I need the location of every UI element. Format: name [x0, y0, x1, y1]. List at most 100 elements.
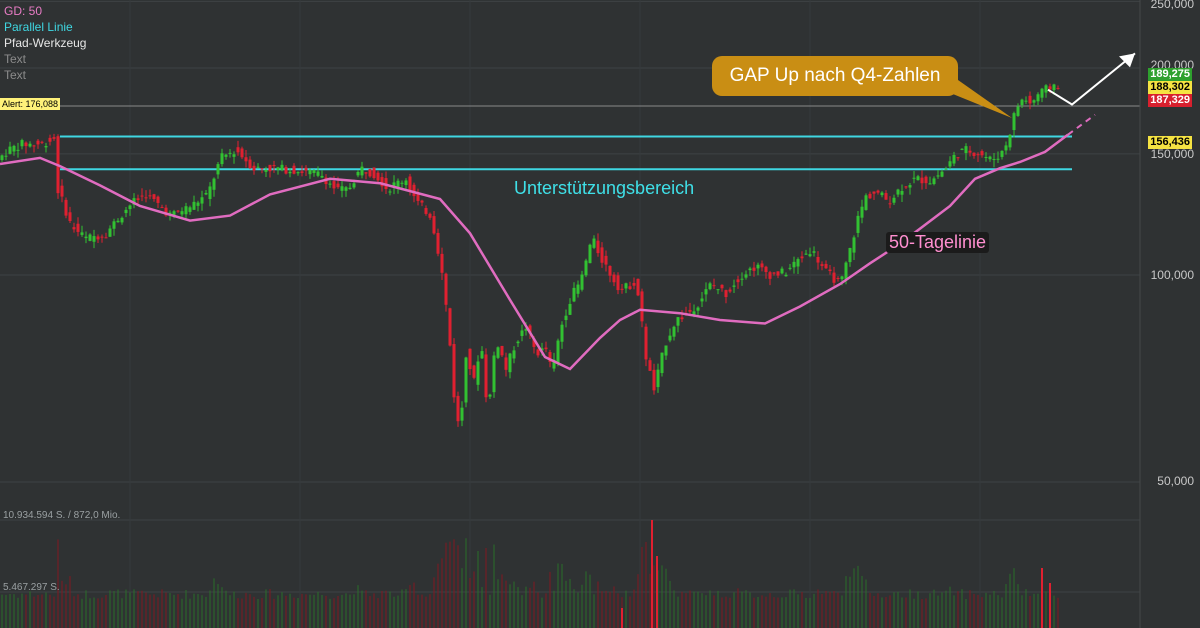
volume-bar	[13, 594, 15, 628]
candle-body	[0, 155, 4, 161]
volume-bar	[873, 595, 875, 628]
candle-body	[844, 262, 848, 279]
volume-bar	[313, 594, 315, 628]
candle-body	[732, 285, 736, 287]
candle-body	[748, 268, 752, 271]
candle-body	[568, 303, 572, 315]
legend-item-parallel-line[interactable]: Parallel Linie	[4, 19, 86, 35]
volume-bar	[829, 591, 831, 628]
volume-bar	[241, 598, 243, 628]
volume-bar	[709, 590, 711, 628]
volume-bar	[677, 596, 679, 628]
volume-bar	[909, 589, 911, 628]
volume-bar	[329, 598, 331, 628]
volume-bar	[837, 592, 839, 628]
candle-body	[876, 190, 880, 193]
candle-body	[200, 197, 204, 204]
candle-body	[488, 394, 492, 397]
volume-spike	[1041, 568, 1043, 628]
volume-bar	[37, 594, 39, 628]
volume-bar	[773, 597, 775, 628]
candle-body	[492, 355, 496, 393]
alert-badge[interactable]: Alert: 176,088	[0, 98, 61, 110]
candle-body	[1000, 150, 1004, 157]
candle-body	[872, 191, 876, 194]
volume-bar	[353, 594, 355, 628]
volume-bar	[341, 594, 343, 628]
legend-item-text-1[interactable]: Text	[4, 51, 86, 67]
legend-item-gd50[interactable]: GD: 50	[4, 3, 86, 19]
volume-bar	[177, 594, 179, 628]
volume-bar	[905, 597, 907, 628]
candle-body	[676, 317, 680, 326]
candle-body	[916, 176, 920, 181]
volume-bar	[445, 542, 447, 628]
legend-item-path-tool[interactable]: Pfad-Werkzeug	[4, 35, 86, 51]
legend-item-text-2[interactable]: Text	[4, 67, 86, 83]
candle-body	[244, 157, 248, 162]
candle-body	[608, 265, 612, 276]
volume-bar	[457, 545, 459, 628]
candle-body	[208, 186, 212, 200]
volume-bar	[285, 595, 287, 628]
volume-bar	[745, 590, 747, 628]
volume-bar	[25, 594, 27, 628]
volume-bar	[981, 597, 983, 628]
y-tick-50: 50,000	[1157, 474, 1194, 488]
candle-body	[464, 357, 468, 403]
volume-bar	[493, 544, 495, 628]
price-tag-ma: 156,436	[1148, 136, 1192, 149]
candle-body	[320, 175, 324, 178]
volume-bar	[333, 598, 335, 628]
candle-body	[440, 253, 444, 273]
volume-bar	[281, 592, 283, 628]
volume-bar	[689, 590, 691, 628]
volume-bar	[85, 590, 87, 628]
volume-bar	[229, 595, 231, 628]
volume-bar	[137, 591, 139, 628]
volume-bar	[393, 596, 395, 628]
ma50-forecast-line	[1067, 113, 1096, 136]
candle-body	[1020, 99, 1024, 106]
candle-body	[1012, 113, 1016, 131]
candle-body	[688, 309, 692, 312]
volume-bar	[65, 584, 67, 628]
candle-body	[64, 199, 68, 216]
volume-bar	[629, 596, 631, 628]
volume-bar	[1009, 573, 1011, 628]
candle-body	[76, 223, 80, 232]
volume-bar	[793, 589, 795, 628]
volume-bar	[417, 594, 419, 628]
candle-body	[336, 183, 340, 188]
candle-body	[24, 142, 28, 147]
candle-body	[852, 237, 856, 253]
volume-bar	[389, 591, 391, 628]
volume-bar	[581, 584, 583, 628]
volume-bar	[165, 592, 167, 628]
volume-bar	[193, 593, 195, 628]
candle-body	[912, 177, 916, 179]
candle-body	[896, 189, 900, 195]
candle-body	[616, 275, 620, 291]
candle-body	[104, 237, 108, 239]
candle-body	[40, 141, 44, 143]
candle-body	[988, 156, 992, 160]
candle-body	[744, 274, 748, 278]
volume-bar	[933, 589, 935, 628]
volume-bar	[973, 593, 975, 628]
volume-bar	[549, 571, 551, 628]
volume-bar	[757, 597, 759, 628]
volume-bar	[129, 592, 131, 628]
candle-body	[804, 253, 808, 255]
volume-bar	[953, 595, 955, 628]
candle-body	[268, 164, 272, 172]
volume-bar	[301, 593, 303, 628]
volume-bar	[521, 595, 523, 628]
candle-body	[60, 185, 64, 197]
candle-body	[796, 259, 800, 267]
candle-body	[4, 155, 8, 157]
candle-body	[36, 140, 40, 145]
volume-bar	[697, 591, 699, 628]
volume-bar	[161, 589, 163, 628]
volume-bar	[777, 597, 779, 628]
